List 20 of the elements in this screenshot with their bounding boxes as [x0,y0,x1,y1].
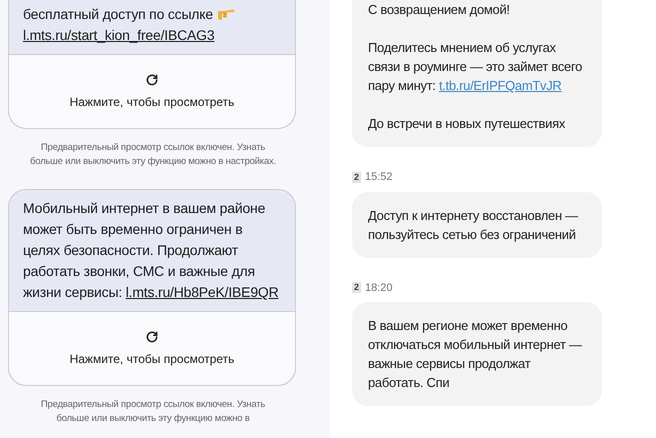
message-text: Доступ к интернету восстановлен — пользуйтесь сетью без ограничений [368,206,580,244]
message-text: До встречи в новых путешествиях [368,115,566,133]
message-text: Мобильный интернет в вашем районе может быть временно ограничен в целях безопасности. Продолжают работать звонки, СМС и важные для жизни сервисы: l.mts.ru/Hb8PeK/IBE9QR [22,199,280,302]
sim-badge: 2 [352,172,362,183]
message-text: Поделитесь мнением об услугах связи в роуминге — это займет всего пару минут: t.tb.ru/ErIPFQamTvJR [368,39,584,95]
message-link[interactable]: l.mts.ru/start_kion_free/IBCAG3 [23,27,214,43]
message-time: 18:20 [365,280,393,296]
preview-notice: Предварительный просмотр ссылок включен. Узнать больше или выключить эту функцию можно в [40,398,266,426]
message-text: С возвращением домой! [368,1,511,19]
message-time: 15:52 [365,170,393,185]
link-preview[interactable]: Нажмите, чтобы просмотреть [9,54,295,128]
link-preview[interactable]: Нажмите, чтобы просмотреть [9,311,295,385]
message-text: В вашем регионе может временно отключаться мобильный интернет — важные сервисы продолжат работать. Спи [368,317,583,392]
refresh-icon [145,72,159,86]
sim-badge: 2 [352,282,362,294]
message-text: бесплатный доступ по ссылке l.mts.ru/start_kion_free/IBCAG3 [9,0,295,54]
message-link[interactable]: t.tb.ru/ErIPFQamTvJR [438,78,562,93]
preview-notice: Предварительный просмотр ссылок включен. Узнать больше или выключить эту функцию можно в настройках. [28,141,278,169]
refresh-icon [145,330,159,344]
message-link[interactable]: l.mts.ru/Hb8PeK/IBE9QR [126,284,278,300]
